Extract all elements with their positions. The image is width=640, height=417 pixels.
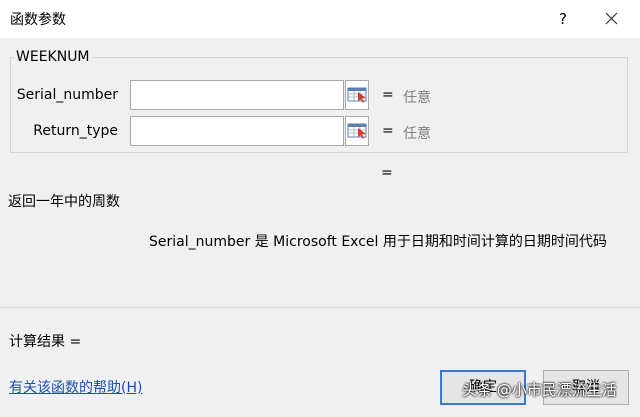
range-select-icon[interactable] <box>345 116 369 146</box>
help-button[interactable]: ? <box>551 7 575 31</box>
dialog-titlebar: 函数参数 ? <box>0 0 640 38</box>
close-icon[interactable] <box>598 7 624 31</box>
function-help-link[interactable]: 有关该函数的帮助(H) <box>9 377 142 397</box>
serial-number-value-preview: 任意 <box>403 90 431 106</box>
serial-number-input[interactable] <box>130 80 344 110</box>
return-type-input[interactable] <box>130 116 344 146</box>
range-select-icon[interactable] <box>345 80 369 110</box>
parameter-description: Serial_number 是 Microsoft Excel 用于日期和时间计… <box>149 234 607 250</box>
function-description: 返回一年中的周数 <box>8 194 120 210</box>
serial-number-label: Serial_number <box>16 87 118 103</box>
divider <box>0 307 640 308</box>
dialog-title: 函数参数 <box>10 12 66 28</box>
calc-result: 计算结果 = <box>9 334 82 350</box>
cancel-button[interactable]: 取消 <box>543 370 629 405</box>
return-type-equals: = <box>382 123 394 139</box>
formula-result-equals: = <box>381 165 393 181</box>
ok-button[interactable]: 确定 <box>440 370 526 405</box>
return-type-value-preview: 任意 <box>403 126 431 142</box>
function-name: WEEKNUM <box>14 49 92 65</box>
serial-number-equals: = <box>382 87 394 103</box>
return-type-label: Return_type <box>33 123 118 139</box>
